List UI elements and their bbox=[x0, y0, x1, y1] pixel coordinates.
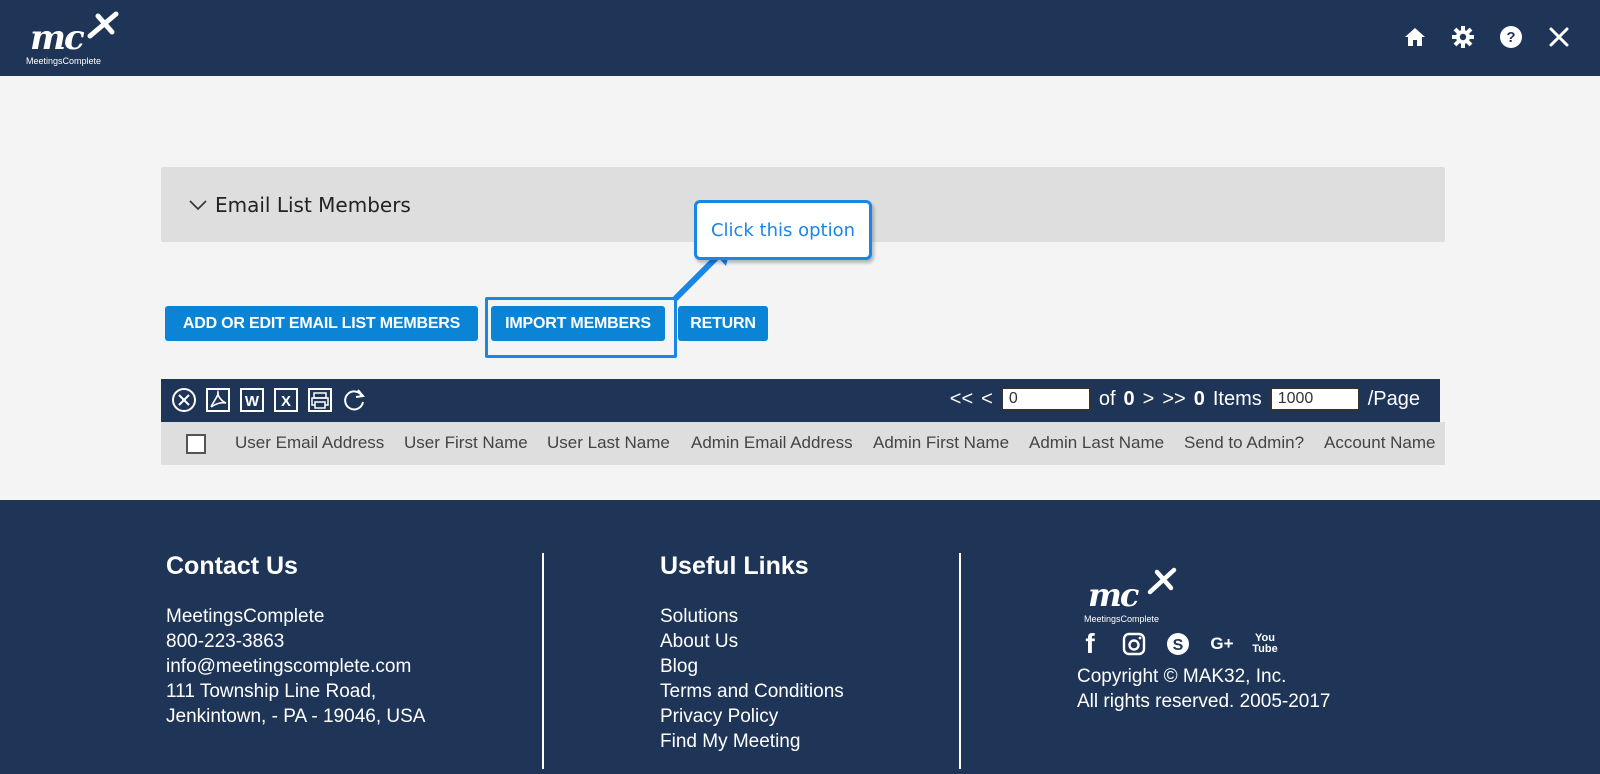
column-header-user-email[interactable]: User Email Address bbox=[235, 433, 384, 453]
footer-logo-brand-name: MeetingsComplete bbox=[1084, 614, 1160, 624]
refresh-icon[interactable] bbox=[341, 387, 367, 413]
prev-page-button[interactable]: < bbox=[981, 388, 993, 411]
items-label: Items bbox=[1212, 387, 1262, 410]
items-count: 0 bbox=[1193, 387, 1205, 410]
gear-icon[interactable] bbox=[1450, 24, 1476, 50]
svg-text:X: X bbox=[281, 393, 291, 410]
last-page-button[interactable]: >> bbox=[1162, 388, 1185, 411]
footer-logo[interactable]: mc MeetingsComplete bbox=[1084, 566, 1184, 624]
link-privacy[interactable]: Privacy Policy bbox=[660, 706, 778, 728]
select-all-checkbox[interactable] bbox=[186, 433, 206, 454]
pdf-export-icon[interactable] bbox=[205, 387, 231, 413]
skype-icon[interactable]: S bbox=[1164, 630, 1192, 658]
logo-brand-name: MeetingsComplete bbox=[26, 56, 102, 66]
rights-text: All rights reserved. 2005-2017 bbox=[1077, 691, 1331, 712]
page-number-input[interactable] bbox=[1000, 387, 1091, 411]
close-icon[interactable] bbox=[1546, 24, 1572, 50]
link-about-us[interactable]: About Us bbox=[660, 631, 738, 653]
footer: Contact Us MeetingsComplete 800-223-3863… bbox=[0, 500, 1600, 774]
column-header-user-first-name[interactable]: User First Name bbox=[404, 433, 528, 453]
logo-mark: mc bbox=[30, 18, 85, 58]
column-header-admin-last-name[interactable]: Admin Last Name bbox=[1029, 433, 1164, 453]
panel-header[interactable]: Email List Members bbox=[189, 193, 411, 217]
footer-divider bbox=[959, 553, 961, 769]
contact-address-line1: 111 Township Line Road, bbox=[166, 681, 377, 702]
facebook-icon[interactable]: f bbox=[1076, 628, 1104, 659]
meetingscomplete-logo[interactable]: mc MeetingsComplete bbox=[26, 10, 122, 68]
footer-logo-mark: mc bbox=[1088, 576, 1139, 614]
print-icon[interactable] bbox=[307, 387, 333, 413]
help-icon[interactable]: ? bbox=[1498, 24, 1524, 50]
link-find-my-meeting[interactable]: Find My Meeting bbox=[660, 731, 800, 753]
contact-phone: 800-223-3863 bbox=[166, 631, 285, 652]
per-page-label: /Page bbox=[1367, 387, 1420, 410]
pager: << < of 0 > >> 0 Items /Page bbox=[950, 387, 1420, 411]
import-highlight-box bbox=[485, 297, 677, 358]
add-edit-members-button[interactable]: ADD OR EDIT EMAIL LIST MEMBERS bbox=[165, 306, 478, 341]
useful-links-heading: Useful Links bbox=[660, 552, 809, 580]
column-header-admin-email[interactable]: Admin Email Address bbox=[691, 433, 853, 453]
column-header-admin-first-name[interactable]: Admin First Name bbox=[873, 433, 1009, 453]
instruction-callout: Click this option bbox=[694, 200, 872, 260]
contact-heading: Contact Us bbox=[166, 552, 298, 580]
plane-icon bbox=[1147, 567, 1177, 595]
next-page-button[interactable]: > bbox=[1143, 388, 1155, 411]
instagram-icon[interactable] bbox=[1120, 630, 1148, 658]
svg-text:S: S bbox=[1173, 637, 1184, 654]
column-header-user-last-name[interactable]: User Last Name bbox=[547, 433, 670, 453]
chevron-down-icon bbox=[189, 200, 207, 211]
contact-address-line2: Jenkintown, - PA - 19046, USA bbox=[166, 706, 426, 727]
excel-export-icon[interactable]: X bbox=[273, 387, 299, 413]
svg-text:?: ? bbox=[1506, 29, 1515, 46]
contact-email[interactable]: info@meetingscomplete.com bbox=[166, 656, 411, 678]
plane-icon bbox=[87, 11, 119, 39]
top-navigation-bar: mc MeetingsComplete ? bbox=[0, 0, 1600, 76]
panel-title: Email List Members bbox=[215, 193, 411, 217]
column-header-send-to-admin[interactable]: Send to Admin? bbox=[1184, 433, 1304, 453]
column-header-account-name[interactable]: Account Name bbox=[1324, 433, 1436, 453]
link-blog[interactable]: Blog bbox=[660, 656, 698, 678]
of-label: of bbox=[1098, 387, 1116, 410]
link-solutions[interactable]: Solutions bbox=[660, 606, 738, 628]
svg-text:W: W bbox=[245, 393, 260, 410]
footer-divider bbox=[542, 553, 544, 769]
first-page-button[interactable]: << bbox=[950, 388, 973, 411]
google-plus-icon[interactable]: G+ bbox=[1208, 630, 1236, 658]
grid-toolbar: W X << < of 0 > >> 0 Items /Page bbox=[161, 379, 1440, 422]
word-export-icon[interactable]: W bbox=[239, 387, 265, 413]
return-button[interactable]: RETURN bbox=[678, 306, 768, 341]
youtube-icon[interactable]: You Tube bbox=[1252, 630, 1278, 658]
home-icon[interactable] bbox=[1402, 24, 1428, 50]
copyright-text: Copyright © MAK32, Inc. bbox=[1077, 666, 1287, 687]
contact-company: MeetingsComplete bbox=[166, 606, 325, 627]
grid-header-row: User Email Address User First Name User … bbox=[161, 422, 1445, 465]
total-pages: 0 bbox=[1123, 387, 1135, 410]
link-terms[interactable]: Terms and Conditions bbox=[660, 681, 844, 703]
clear-icon[interactable] bbox=[171, 387, 197, 413]
page-size-input[interactable] bbox=[1269, 387, 1360, 411]
